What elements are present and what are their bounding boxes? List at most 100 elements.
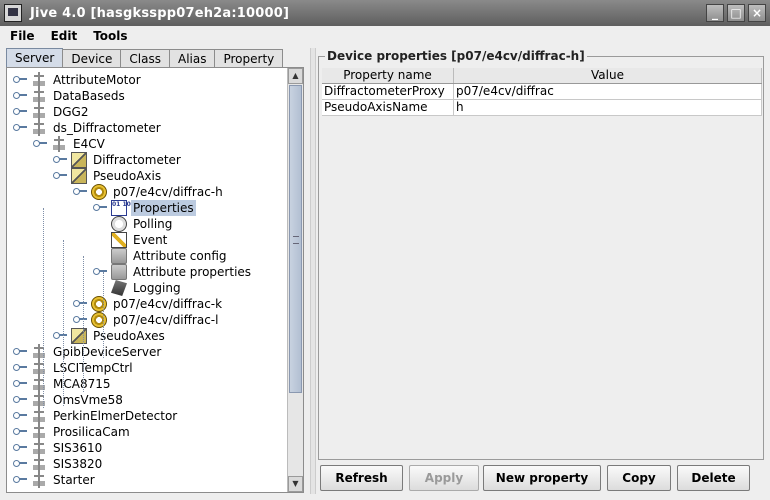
tree-node[interactable]: Logging — [111, 280, 183, 296]
tab-class[interactable]: Class — [120, 49, 170, 68]
tree-expand-handle-icon[interactable] — [13, 444, 27, 451]
tree-node[interactable]: Starter — [31, 472, 97, 488]
scroll-up-button[interactable]: ▲ — [288, 68, 303, 84]
tab-property[interactable]: Property — [214, 49, 284, 68]
tree-node[interactable]: p07/e4cv/diffrac-h — [91, 184, 225, 200]
property-value-cell[interactable]: p07/e4cv/diffrac — [454, 84, 762, 99]
tree-expand-handle-icon[interactable] — [93, 204, 107, 211]
class-icon — [71, 152, 87, 168]
tree-node-label: Polling — [133, 217, 173, 231]
tree-node[interactable]: SIS3820 — [31, 456, 104, 472]
property-name-cell[interactable]: PseudoAxisName — [322, 100, 454, 115]
tree-node[interactable]: Event — [111, 232, 169, 248]
table-row[interactable]: PseudoAxisName h — [322, 100, 762, 116]
tree-node[interactable]: ProsilicaCam — [31, 424, 132, 440]
tab-device[interactable]: Device — [62, 49, 122, 68]
column-header-value[interactable]: Value — [454, 68, 762, 83]
tree-expand-handle-icon[interactable] — [13, 380, 27, 387]
tree-node[interactable]: DataBaseds — [31, 88, 127, 104]
new-property-button[interactable]: New property — [483, 465, 601, 491]
tree-node[interactable]: ds_Diffractometer — [31, 120, 163, 136]
tree-expand-handle-icon[interactable] — [33, 140, 47, 147]
tree-node-label: Attribute config — [133, 249, 227, 263]
delete-button[interactable]: Delete — [677, 465, 750, 491]
tree-node[interactable]: PseudoAxis — [71, 168, 163, 184]
tree-expand-handle-icon[interactable] — [13, 364, 27, 371]
menu-file[interactable]: File — [4, 29, 41, 43]
tree-node-label: E4CV — [73, 137, 105, 151]
tree-expand-handle-icon[interactable] — [13, 108, 27, 115]
app-icon — [4, 4, 22, 22]
tree-expand-handle-icon[interactable] — [53, 332, 67, 339]
column-header-property-name[interactable]: Property name — [322, 68, 454, 83]
close-button[interactable]: × — [748, 4, 766, 22]
refresh-button[interactable]: Refresh — [320, 465, 403, 491]
tree-node[interactable]: OmsVme58 — [31, 392, 125, 408]
tree-expand-handle-icon[interactable] — [13, 428, 27, 435]
tab-alias[interactable]: Alias — [168, 49, 216, 68]
server-icon — [31, 120, 47, 136]
tree-expand-handle-icon[interactable] — [13, 412, 27, 419]
tree-expand-handle-icon[interactable] — [13, 348, 27, 355]
property-name-cell[interactable]: DiffractometerProxy — [322, 84, 454, 99]
table-row[interactable]: DiffractometerProxy p07/e4cv/diffrac — [322, 84, 762, 100]
server-icon — [31, 408, 47, 424]
tree-node-label: Starter — [53, 473, 95, 487]
server-icon — [31, 392, 47, 408]
tree-expand-handle-icon[interactable] — [73, 316, 87, 323]
tree-node[interactable]: SIS3610 — [31, 440, 104, 456]
tree-node[interactable]: p07/e4cv/diffrac-k — [91, 296, 224, 312]
tree-guide-line — [103, 272, 104, 358]
tree-node[interactable]: Diffractometer — [71, 152, 183, 168]
menu-edit[interactable]: Edit — [45, 29, 84, 43]
tree-node-label: p07/e4cv/diffrac-l — [113, 313, 219, 327]
tree-node[interactable]: E4CV — [51, 136, 107, 152]
tree-expand-handle-icon[interactable] — [73, 188, 87, 195]
logging-icon — [111, 280, 127, 296]
tree-node-label: SIS3610 — [53, 441, 103, 455]
tree-node[interactable]: p07/e4cv/diffrac-l — [91, 312, 220, 328]
title-bar[interactable]: Jive 4.0 [hasgksspp07eh2a:10000] _ □ × — [0, 0, 770, 26]
tree-expand-handle-icon[interactable] — [13, 476, 27, 483]
tree-node[interactable]: PseudoAxes — [71, 328, 167, 344]
tree-node[interactable]: Polling — [111, 216, 174, 232]
tree-expand-handle-icon[interactable] — [13, 396, 27, 403]
attribute-icon — [111, 264, 127, 280]
tab-bar: Server Device Class Alias Property — [6, 48, 284, 68]
tree-expand-handle-icon[interactable] — [13, 76, 27, 83]
server-icon — [31, 456, 47, 472]
device-icon — [91, 312, 107, 328]
scroll-down-button[interactable]: ▼ — [288, 476, 303, 492]
tab-server[interactable]: Server — [6, 48, 64, 68]
server-tree-panel: AttributeMotor DataBaseds DGG2 ds_Diffracto… — [6, 67, 304, 493]
left-panel: Server Device Class Alias Property Attri… — [6, 48, 310, 494]
minimize-button[interactable]: _ — [706, 4, 724, 22]
copy-button[interactable]: Copy — [607, 465, 671, 491]
tree-vertical-scrollbar[interactable]: ▲ ▼ — [287, 68, 303, 492]
tree-node[interactable]: PerkinElmerDetector — [31, 408, 179, 424]
tree-node[interactable]: DGG2 — [31, 104, 90, 120]
tree-expand-handle-icon[interactable] — [73, 300, 87, 307]
menu-bar: File Edit Tools — [0, 26, 770, 45]
menu-tools[interactable]: Tools — [87, 29, 133, 43]
property-value-cell[interactable]: h — [454, 100, 762, 115]
tree-node[interactable]: Attribute config — [111, 248, 229, 264]
window-title: Jive 4.0 [hasgksspp07eh2a:10000] — [30, 5, 290, 21]
tree-expand-handle-icon[interactable] — [53, 172, 67, 179]
tree-node[interactable]: AttributeMotor — [31, 72, 143, 88]
tree-expand-handle-icon[interactable] — [13, 92, 27, 99]
tree-node[interactable]: 01 10 Properties — [111, 200, 196, 216]
device-properties-title: Device properties [p07/e4cv/diffrac-h] — [325, 49, 587, 63]
tree-expand-handle-icon[interactable] — [13, 460, 27, 467]
apply-button[interactable]: Apply — [409, 465, 479, 491]
server-tree[interactable]: AttributeMotor DataBaseds DGG2 ds_Diffracto… — [7, 68, 287, 492]
tree-node[interactable]: Attribute properties — [111, 264, 253, 280]
scroll-thumb[interactable] — [289, 85, 302, 393]
tree-node[interactable]: GpibDeviceServer — [31, 344, 163, 360]
maximize-button[interactable]: □ — [727, 4, 745, 22]
tree-expand-handle-icon[interactable] — [93, 268, 107, 275]
server-icon — [31, 360, 47, 376]
tree-expand-handle-icon[interactable] — [53, 156, 67, 163]
right-panel: Device properties [p07/e4cv/diffrac-h] P… — [316, 48, 766, 494]
tree-expand-handle-icon[interactable] — [13, 124, 27, 131]
